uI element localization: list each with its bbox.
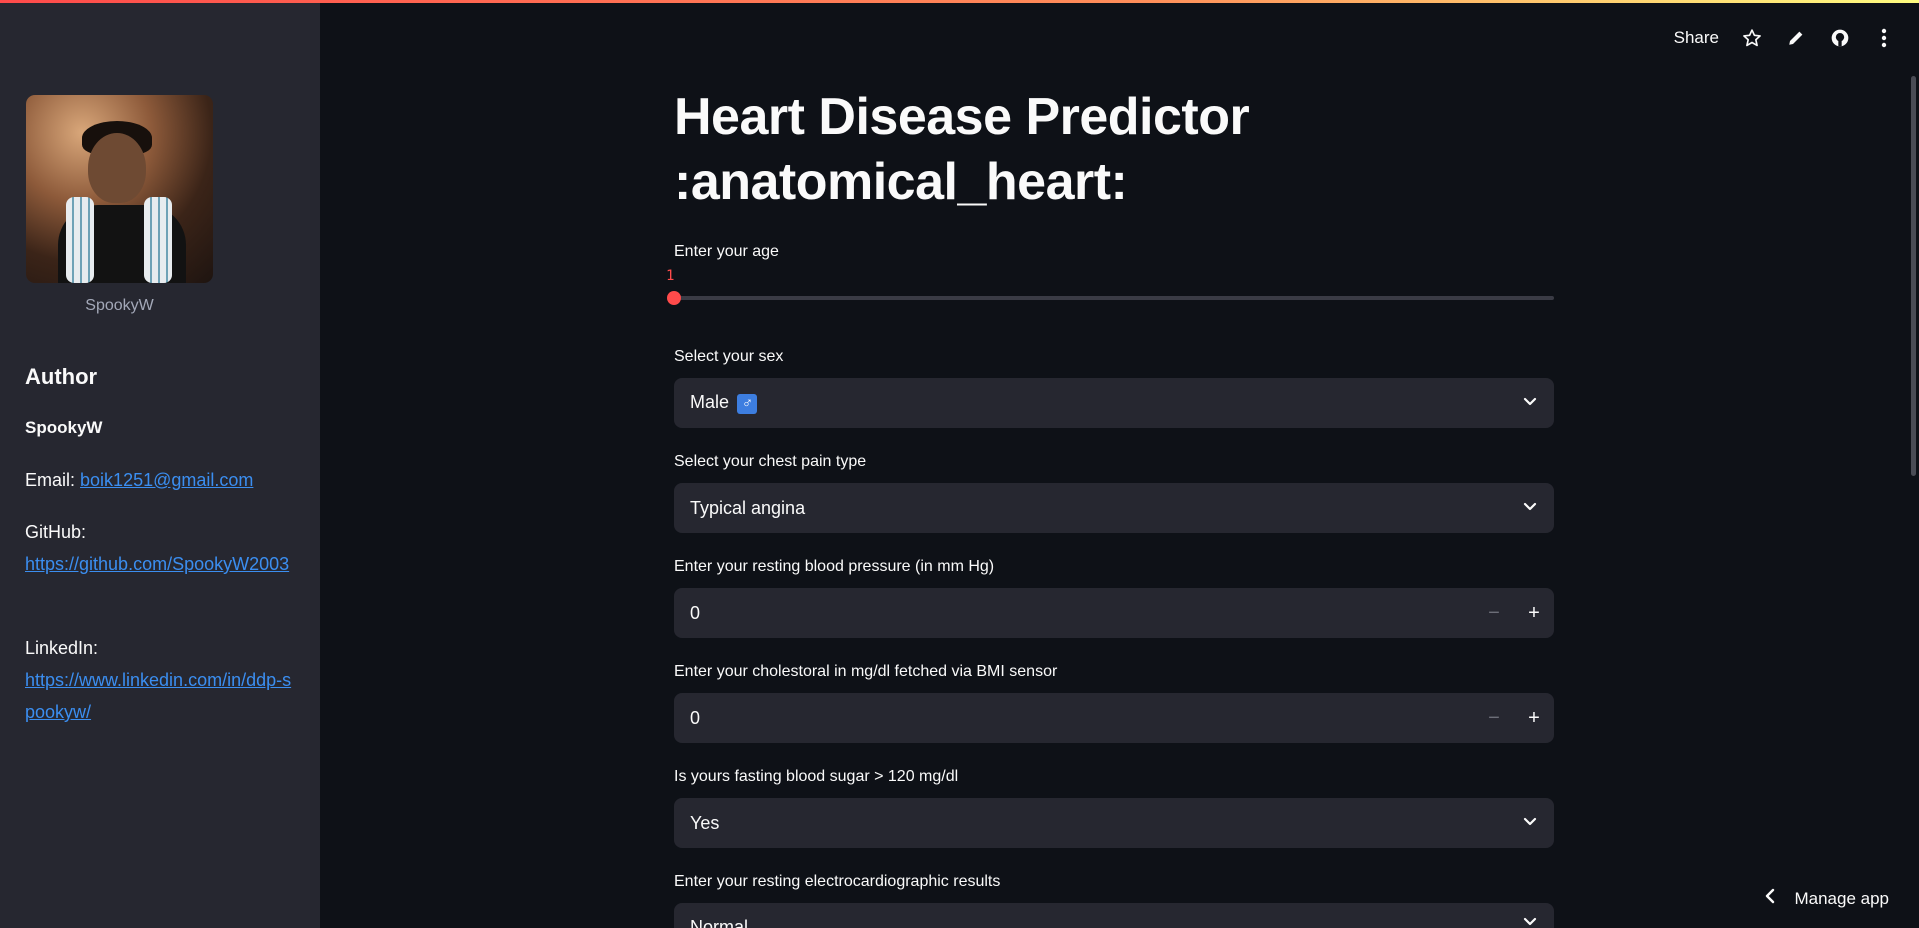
age-label: Enter your age	[674, 243, 779, 260]
linkedin-label: LinkedIn:	[25, 638, 99, 658]
manage-app-button[interactable]: Manage app	[1764, 888, 1889, 909]
fasting-sugar-select-value: Yes	[690, 812, 720, 833]
chevron-down-icon	[1522, 913, 1538, 928]
header-decoration-stripe	[0, 0, 1919, 3]
decrement-button[interactable]: −	[1474, 588, 1514, 638]
author-heading: Author	[25, 364, 98, 389]
sex-select[interactable]: Male ♂	[674, 378, 1554, 428]
sidebar: SpookyW Author SpookyW Email: boik1251@g…	[0, 0, 320, 928]
age-slider-value: 1	[666, 268, 675, 284]
increment-button[interactable]: +	[1514, 588, 1554, 638]
page-scrollbar[interactable]	[1911, 76, 1916, 476]
author-name: SpookyW	[25, 418, 103, 437]
chest-pain-select[interactable]: Typical angina	[674, 483, 1554, 533]
cholesterol-value[interactable]: 0	[690, 708, 1474, 729]
fasting-sugar-select[interactable]: Yes	[674, 798, 1554, 848]
page-title: Heart Disease Predictor :anatomical_hear…	[674, 88, 1250, 211]
chevron-left-icon	[1764, 888, 1776, 909]
blood-pressure-value[interactable]: 0	[690, 603, 1474, 624]
sex-select-value: Male	[690, 392, 730, 413]
sex-label: Select your sex	[674, 348, 784, 365]
chest-pain-label: Select your chest pain type	[674, 453, 867, 470]
sex-select-value-wrap: Male ♂	[690, 392, 758, 414]
email-link[interactable]: boik1251@gmail.com	[80, 470, 253, 490]
blood-pressure-label: Enter your resting blood pressure (in mm…	[674, 558, 995, 575]
decrement-button[interactable]: −	[1474, 693, 1514, 743]
share-button[interactable]: Share	[1674, 28, 1719, 48]
male-sign-icon: ♂	[737, 393, 758, 414]
email-line: Email: boik1251@gmail.com	[25, 464, 295, 496]
app-toolbar: Share	[1674, 24, 1895, 52]
email-label: Email:	[25, 470, 76, 490]
age-slider-thumb[interactable]	[667, 291, 681, 305]
ecg-select-value: Normal	[690, 917, 749, 928]
cholesterol-input[interactable]: 0 − +	[674, 693, 1554, 743]
more-vertical-icon[interactable]	[1873, 27, 1895, 49]
increment-button[interactable]: +	[1514, 693, 1554, 743]
chevron-down-icon	[1522, 498, 1538, 519]
star-icon[interactable]	[1741, 27, 1763, 49]
linkedin-link[interactable]: https://www.linkedin.com/in/ddp-spookyw/	[25, 670, 291, 722]
chevron-down-icon	[1522, 813, 1538, 834]
author-avatar	[26, 95, 213, 283]
avatar-caption: SpookyW	[85, 297, 154, 314]
manage-app-label: Manage app	[1794, 888, 1889, 908]
chest-pain-select-value: Typical angina	[690, 497, 806, 518]
fasting-sugar-label: Is yours fasting blood sugar > 120 mg/dl	[674, 768, 959, 785]
chevron-down-icon	[1522, 393, 1538, 414]
ecg-select[interactable]: Normal	[674, 903, 1554, 928]
pencil-icon[interactable]	[1785, 27, 1807, 49]
age-slider-track[interactable]	[674, 296, 1554, 300]
blood-pressure-input[interactable]: 0 − +	[674, 588, 1554, 638]
ecg-label: Enter your resting electrocardiographic …	[674, 873, 1001, 890]
github-line: https://github.com/SpookyW2003	[25, 548, 295, 580]
github-label: GitHub:	[25, 522, 87, 542]
github-icon[interactable]	[1829, 27, 1851, 49]
cholesterol-label: Enter your cholestoral in mg/dl fetched …	[674, 663, 1058, 680]
linkedin-line: https://www.linkedin.com/in/ddp-spookyw/	[25, 664, 295, 728]
github-link[interactable]: https://github.com/SpookyW2003	[25, 554, 289, 574]
